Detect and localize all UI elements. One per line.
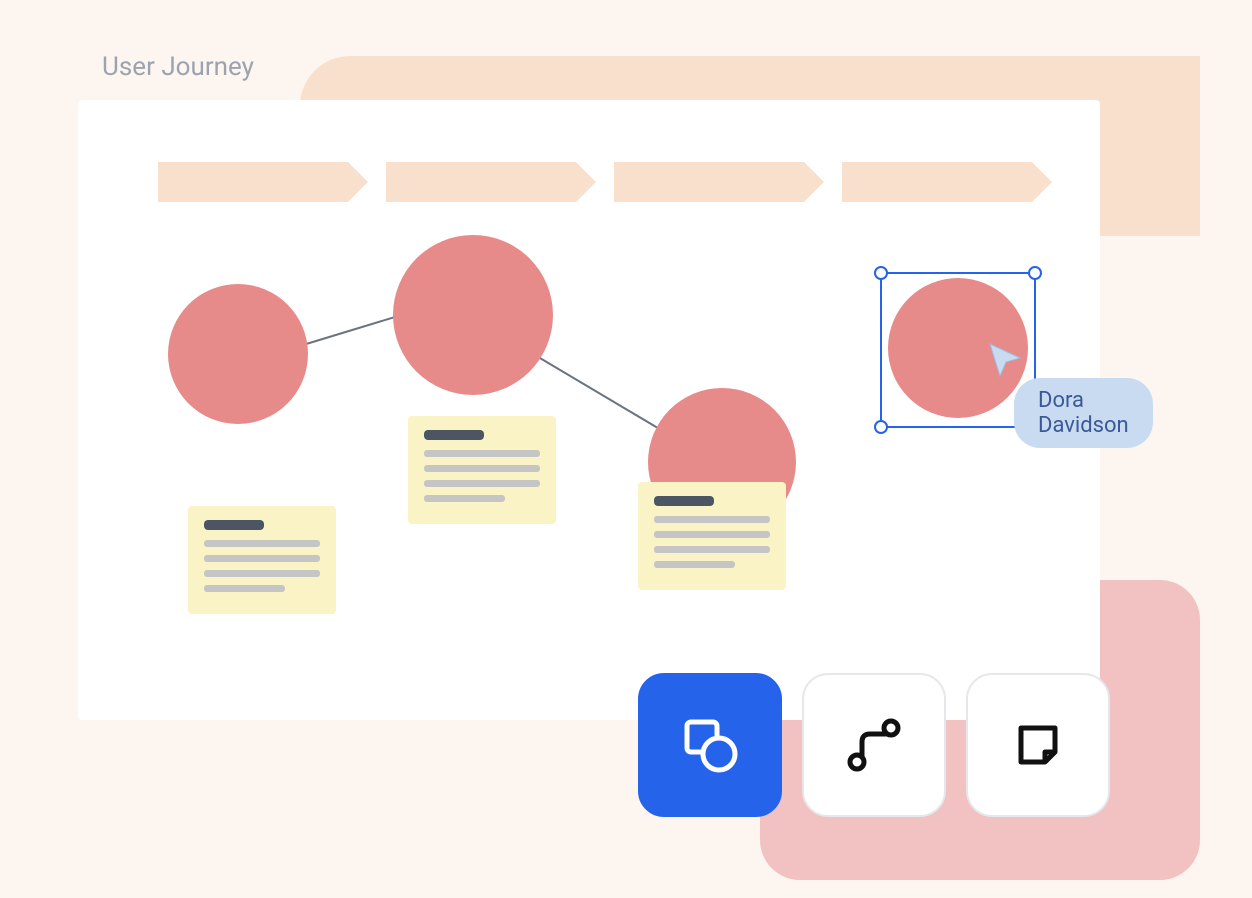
sticky-note-2[interactable]: [408, 416, 556, 524]
sticky-note-3[interactable]: [638, 482, 786, 590]
sticky-text-line: [204, 540, 320, 547]
whiteboard-canvas[interactable]: Dora Davidson: [78, 100, 1100, 720]
selection-handle-ne[interactable]: [1028, 266, 1042, 280]
sticky-text-line: [654, 531, 770, 538]
sticky-text-line: [424, 480, 540, 487]
sticky-header-icon: [204, 520, 264, 530]
sticky-text-line: [654, 561, 735, 568]
selection-handle-sw[interactable]: [874, 420, 888, 434]
sticky-text-line: [204, 555, 320, 562]
sticky-header-icon: [424, 430, 484, 440]
collaborator-cursor-icon: [986, 340, 1026, 380]
sticky-text-line: [654, 516, 770, 523]
shape-tool-button[interactable]: [638, 673, 782, 817]
sticky-text-line: [204, 585, 285, 592]
shape-tool-icon: [679, 714, 741, 776]
sticky-note-tool-icon: [1011, 718, 1065, 772]
sticky-text-line: [424, 465, 540, 472]
node-circle-1[interactable]: [168, 284, 308, 424]
connector-tool-icon: [845, 716, 903, 774]
connector-tool-button[interactable]: [802, 673, 946, 817]
sticky-header-icon: [654, 496, 714, 506]
collaborator-name-badge: Dora Davidson: [1014, 378, 1153, 448]
node-circle-2[interactable]: [393, 235, 553, 395]
sticky-note-tool-button[interactable]: [966, 673, 1110, 817]
sticky-text-line: [654, 546, 770, 553]
floating-toolbar: [638, 673, 1110, 817]
sticky-text-line: [204, 570, 320, 577]
sticky-text-line: [424, 495, 505, 502]
page-title: User Journey: [102, 52, 254, 82]
sticky-text-line: [424, 450, 540, 457]
sticky-note-1[interactable]: [188, 506, 336, 614]
selection-handle-nw[interactable]: [874, 266, 888, 280]
